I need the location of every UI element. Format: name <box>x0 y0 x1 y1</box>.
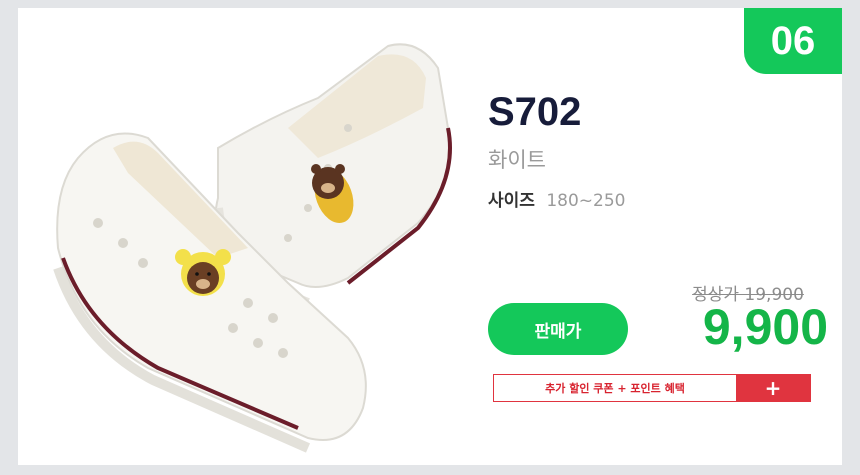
item-number-badge: 06 <box>744 8 842 74</box>
sale-price-button[interactable]: 판매가 <box>488 303 628 355</box>
product-model: S702 <box>488 90 582 134</box>
plus-icon[interactable]: + <box>736 375 810 401</box>
size-row: 사이즈 180~250 <box>488 186 625 211</box>
size-value: 180~250 <box>546 191 626 211</box>
product-color: 화이트 <box>488 148 546 172</box>
size-label: 사이즈 <box>488 191 535 211</box>
coupon-text: 추가 할인 쿠폰 + 포인트 혜택 <box>545 382 685 395</box>
product-card: 06 S702 화이트 사이즈 180~250 판매가 정상가 19,900 9… <box>18 8 842 465</box>
sale-price: 9,900 <box>702 299 828 355</box>
product-image <box>53 43 452 453</box>
coupon-banner[interactable]: 추가 할인 쿠폰 + 포인트 혜택 + <box>493 374 811 402</box>
